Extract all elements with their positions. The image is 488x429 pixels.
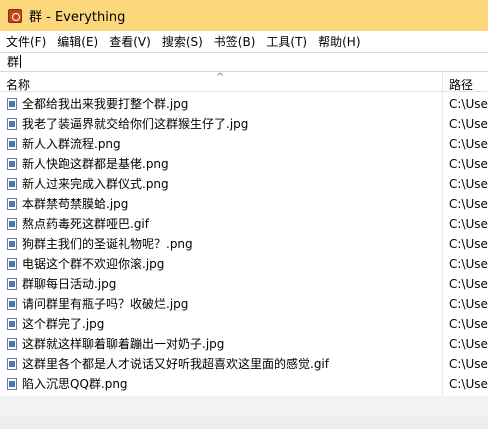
file-name: 新人入群流程.png (22, 137, 121, 151)
image-file-icon (7, 358, 17, 370)
image-file-icon (7, 98, 17, 110)
file-name: 陷入沉思QQ群.png (22, 377, 128, 391)
menu-search[interactable]: 搜索(S) (156, 33, 208, 50)
file-name: 电锯这个群不欢迎你滚.jpg (22, 257, 165, 271)
list-item[interactable]: 我老了装逼界就交给你们这群猴生仔了.jpg C:\User (0, 114, 488, 134)
menu-tools[interactable]: 工具(T) (260, 33, 312, 50)
search-input[interactable]: 群 (0, 52, 488, 72)
sort-ascending-icon: ^ (216, 72, 225, 83)
file-path: C:\User (449, 197, 488, 211)
file-path: C:\User (449, 297, 488, 311)
image-file-icon (7, 178, 17, 190)
list-item[interactable]: 这个群完了.jpg C:\User (0, 314, 488, 334)
file-path: C:\User (449, 217, 488, 231)
image-file-icon (7, 258, 17, 270)
menu-bar: 文件(F) 编辑(E) 查看(V) 搜索(S) 书签(B) 工具(T) 帮助(H… (0, 31, 488, 52)
image-file-icon (7, 298, 17, 310)
file-path: C:\User (449, 317, 488, 331)
file-name: 群聊每日活动.jpg (22, 277, 117, 291)
column-header: 名称 ^ 路径 (0, 72, 488, 92)
results-list: 全都给我出来我要打整个群.jpg C:\User 我老了装逼界就交给你们这群猴生仔… (0, 94, 488, 394)
file-name: 本群禁苟禁膜蛤.jpg (22, 197, 129, 211)
image-file-icon (7, 158, 17, 170)
file-name: 我老了装逼界就交给你们这群猴生仔了.jpg (22, 117, 249, 131)
list-item[interactable]: 群聊每日活动.jpg C:\User (0, 274, 488, 294)
file-name: 新人快跑这群都是基佬.png (22, 157, 169, 171)
image-file-icon (7, 198, 17, 210)
list-item[interactable]: 电锯这个群不欢迎你滚.jpg C:\User (0, 254, 488, 274)
file-path: C:\User (449, 177, 488, 191)
image-file-icon (7, 218, 17, 230)
column-header-path[interactable]: 路径 (449, 76, 473, 93)
image-file-icon (7, 378, 17, 390)
list-item[interactable]: 全都给我出来我要打整个群.jpg C:\User (0, 94, 488, 114)
list-item[interactable]: 这群里各个都是人才说话又好听我超喜欢这里面的感觉.gif C:\User (0, 354, 488, 374)
status-bar (0, 416, 488, 429)
file-path: C:\User (449, 157, 488, 171)
file-path: C:\User (449, 277, 488, 291)
file-path: C:\User (449, 237, 488, 251)
file-name: 全都给我出来我要打整个群.jpg (22, 97, 189, 111)
file-path: C:\User (449, 117, 488, 131)
list-item[interactable]: 请问群里有瓶子吗？收破烂.jpg C:\User (0, 294, 488, 314)
list-item[interactable]: 狗群主我们的圣诞礼物呢？.png C:\User (0, 234, 488, 254)
list-item[interactable]: 本群禁苟禁膜蛤.jpg C:\User (0, 194, 488, 214)
list-item[interactable]: 新人入群流程.png C:\User (0, 134, 488, 154)
file-path: C:\User (449, 377, 488, 391)
file-name: 请问群里有瓶子吗？收破烂.jpg (22, 297, 189, 311)
image-file-icon (7, 278, 17, 290)
search-input-value: 群 (7, 55, 20, 69)
file-name: 新人过来完成入群仪式.png (22, 177, 169, 191)
file-name: 熬点药毒死这群哑巴.gif (22, 217, 149, 231)
list-item[interactable]: 熬点药毒死这群哑巴.gif C:\User (0, 214, 488, 234)
file-path: C:\User (449, 257, 488, 271)
file-path: C:\User (449, 337, 488, 351)
image-file-icon (7, 318, 17, 330)
menu-edit[interactable]: 编辑(E) (51, 33, 103, 50)
column-divider[interactable] (442, 72, 443, 92)
file-path: C:\User (449, 357, 488, 371)
menu-file[interactable]: 文件(F) (0, 33, 51, 50)
image-file-icon (7, 338, 17, 350)
list-item[interactable]: 陷入沉思QQ群.png C:\User (0, 374, 488, 394)
everything-app-icon (8, 8, 22, 23)
title-bar: 群 - Everything (0, 0, 488, 31)
menu-bookmarks[interactable]: 书签(B) (208, 33, 261, 50)
list-item[interactable]: 新人快跑这群都是基佬.png C:\User (0, 154, 488, 174)
column-header-name[interactable]: 名称 (6, 76, 30, 93)
image-file-icon (7, 238, 17, 250)
file-name: 狗群主我们的圣诞礼物呢？.png (22, 237, 193, 251)
file-name: 这群里各个都是人才说话又好听我超喜欢这里面的感觉.gif (22, 357, 329, 371)
file-path: C:\User (449, 97, 488, 111)
file-path: C:\User (449, 137, 488, 151)
text-caret (20, 55, 22, 68)
file-name: 这个群完了.jpg (22, 317, 105, 331)
list-item[interactable]: 这群就这样聊着聊着蹦出一对奶子.jpg C:\User (0, 334, 488, 354)
file-name: 这群就这样聊着聊着蹦出一对奶子.jpg (22, 337, 225, 351)
window-title: 群 - Everything (29, 10, 126, 25)
menu-view[interactable]: 查看(V) (103, 33, 156, 50)
list-item[interactable]: 新人过来完成入群仪式.png C:\User (0, 174, 488, 194)
image-file-icon (7, 138, 17, 150)
image-file-icon (7, 118, 17, 130)
menu-help[interactable]: 帮助(H) (312, 33, 365, 50)
